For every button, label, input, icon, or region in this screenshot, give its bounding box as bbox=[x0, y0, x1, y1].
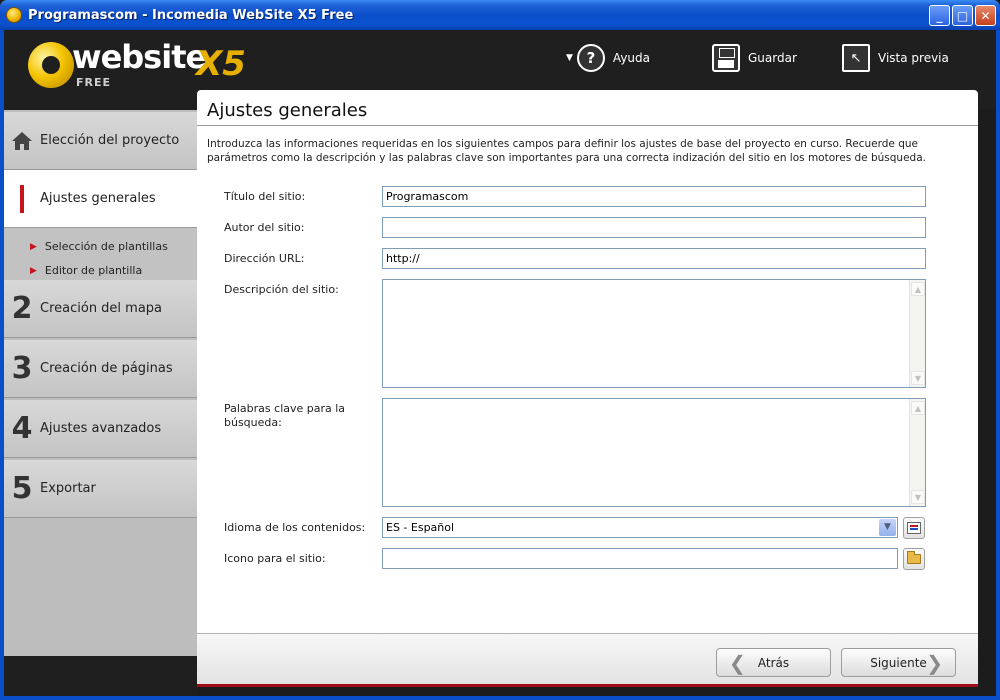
site-icon-input[interactable] bbox=[382, 548, 898, 569]
step-number: 3 bbox=[11, 351, 33, 386]
browse-icon-button[interactable] bbox=[903, 548, 925, 570]
sidebar-subitems: ▶ Selección de plantillas ▶ Editor de pl… bbox=[4, 228, 197, 288]
logo-word: website bbox=[72, 38, 207, 76]
preview-label: Vista previa bbox=[878, 51, 949, 65]
bottom-accent-line bbox=[197, 684, 978, 687]
save-label: Guardar bbox=[748, 51, 797, 65]
logo-version: X5 bbox=[196, 44, 246, 84]
page-title: Ajustes generales bbox=[207, 100, 368, 121]
main-panel: Ajustes generales Introduzca las informa… bbox=[197, 90, 978, 684]
window-frame-bottom bbox=[0, 696, 1000, 700]
monitor-preview-icon bbox=[842, 44, 870, 72]
title-divider bbox=[197, 125, 978, 126]
triangle-right-icon: ▶ bbox=[30, 265, 37, 276]
window-frame-right bbox=[996, 30, 1000, 700]
help-icon: ? bbox=[576, 44, 605, 72]
sidebar-item-label: Exportar bbox=[40, 481, 96, 496]
save-button[interactable]: Guardar bbox=[712, 44, 797, 72]
step-number: 5 bbox=[11, 471, 33, 506]
sidebar-subitem-template-editor[interactable]: ▶ Editor de plantilla bbox=[30, 264, 142, 277]
sidebar-footer bbox=[4, 656, 197, 696]
chevron-down-icon[interactable]: ▼ bbox=[879, 519, 896, 536]
page-description: Introduzca las informaciones requeridas … bbox=[207, 138, 926, 164]
site-author-input[interactable] bbox=[382, 217, 926, 238]
sidebar-item-label: Creación del mapa bbox=[40, 301, 163, 316]
folder-open-icon bbox=[907, 551, 921, 564]
sidebar-item-label: Ajustes generales bbox=[40, 191, 156, 206]
site-title-input[interactable] bbox=[382, 186, 926, 207]
keywords-textarea[interactable]: ▲ ▼ bbox=[382, 398, 926, 507]
logo-edition: FREE bbox=[76, 76, 112, 89]
back-label: Atrás bbox=[757, 655, 790, 670]
keywords-label: Palabras clave para la búsqueda: bbox=[224, 402, 346, 429]
sidebar-subitem-template-selection[interactable]: ▶ Selección de plantillas bbox=[30, 240, 168, 253]
description-scrollbar[interactable]: ▲ ▼ bbox=[909, 280, 925, 387]
navigation-bar: ❮ Atrás Siguiente ❯ bbox=[197, 633, 978, 684]
maximize-button[interactable]: □ bbox=[952, 5, 973, 26]
url-label: Dirección URL: bbox=[224, 252, 305, 265]
language-select[interactable]: ES - Español ▼ bbox=[382, 517, 898, 538]
url-input[interactable] bbox=[382, 248, 926, 269]
scroll-down-icon[interactable]: ▼ bbox=[911, 371, 925, 385]
language-label: Idioma de los contenidos: bbox=[224, 521, 366, 534]
step-number: 4 bbox=[11, 411, 33, 446]
minimize-button[interactable]: _ bbox=[929, 5, 950, 26]
sidebar-subitem-label: Editor de plantilla bbox=[44, 264, 143, 277]
next-button[interactable]: Siguiente ❯ bbox=[841, 648, 956, 677]
sidebar-item-label: Creación de páginas bbox=[40, 361, 173, 376]
sidebar-item-page-creation[interactable]: 3 Creación de páginas bbox=[4, 340, 197, 398]
site-description-textarea[interactable]: ▲ ▼ bbox=[382, 279, 926, 388]
step-number: 2 bbox=[11, 291, 33, 326]
language-edit-icon bbox=[907, 522, 921, 534]
help-button[interactable]: ▼ ? Ayuda bbox=[566, 44, 650, 72]
sidebar-item-label: Elección del proyecto bbox=[40, 133, 180, 148]
window-titlebar: Programascom - Incomedia WebSite X5 Free… bbox=[0, 0, 1000, 30]
sidebar-item-general-settings[interactable]: Ajustes generales bbox=[4, 170, 207, 228]
window-controls: _ □ ✕ bbox=[929, 5, 996, 26]
back-button[interactable]: ❮ Atrás bbox=[716, 648, 831, 677]
site-icon-label: Icono para el sitio: bbox=[224, 552, 326, 565]
preview-button[interactable]: Vista previa bbox=[842, 44, 949, 72]
chevron-left-icon: ❮ bbox=[729, 651, 746, 675]
site-title-label: Título del sitio: bbox=[224, 190, 306, 203]
site-author-label: Autor del sitio: bbox=[224, 221, 305, 234]
next-label: Siguiente bbox=[870, 655, 927, 670]
sidebar-item-project-selection[interactable]: Elección del proyecto bbox=[4, 112, 197, 170]
caret-down-icon[interactable]: ▼ bbox=[566, 53, 573, 63]
home-icon bbox=[4, 130, 40, 152]
help-label: Ayuda bbox=[612, 51, 650, 65]
scroll-down-icon[interactable]: ▼ bbox=[911, 490, 925, 504]
scroll-up-icon[interactable]: ▲ bbox=[911, 401, 925, 415]
keywords-scrollbar[interactable]: ▲ ▼ bbox=[909, 399, 925, 506]
triangle-right-icon: ▶ bbox=[30, 241, 37, 252]
floppy-disk-icon bbox=[712, 44, 740, 72]
site-description-label: Descripción del sitio: bbox=[224, 283, 339, 296]
language-settings-button[interactable] bbox=[903, 517, 925, 539]
sidebar-item-label: Ajustes avanzados bbox=[40, 421, 162, 436]
app-icon bbox=[6, 7, 22, 23]
language-selected-value: ES - Español bbox=[386, 521, 455, 534]
sidebar-item-export[interactable]: 5 Exportar bbox=[4, 460, 197, 518]
window-title: Programascom - Incomedia WebSite X5 Free bbox=[28, 7, 354, 23]
chevron-right-icon: ❯ bbox=[926, 651, 943, 675]
sidebar-item-map-creation[interactable]: 2 Creación del mapa bbox=[4, 280, 197, 338]
logo-emblem-icon bbox=[28, 42, 74, 88]
sidebar-item-advanced-settings[interactable]: 4 Ajustes avanzados bbox=[4, 400, 197, 458]
steps-sidebar: Elección del proyecto Ajustes generales … bbox=[4, 110, 207, 656]
sidebar-subitem-label: Selección de plantillas bbox=[44, 240, 168, 253]
close-button[interactable]: ✕ bbox=[975, 5, 996, 26]
scroll-up-icon[interactable]: ▲ bbox=[911, 282, 925, 296]
active-step-marker bbox=[20, 184, 24, 213]
